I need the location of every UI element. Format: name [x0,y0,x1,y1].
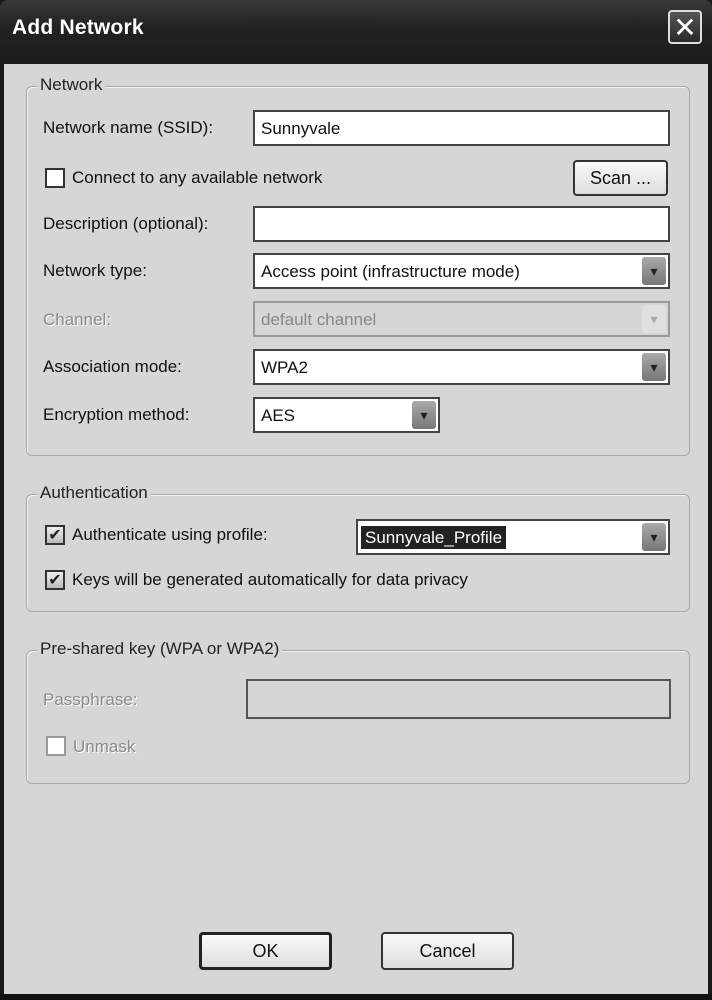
channel-value: default channel [261,310,377,329]
ssid-input[interactable]: Sunnyvale [253,110,670,146]
window-frame-bottom [0,994,712,1000]
encryption-select[interactable]: AES ▾ [253,397,440,433]
association-select[interactable]: WPA2 ▾ [253,349,670,385]
ssid-label: Network name (SSID): [43,118,214,137]
close-icon: ✕ [673,11,697,44]
chevron-down-icon[interactable]: ▾ [412,401,436,429]
association-label: Association mode: [43,357,182,376]
unmask-checkbox [46,736,66,756]
unmask-label: Unmask [73,737,136,756]
check-icon: ✔ [48,570,62,589]
cancel-button[interactable]: Cancel [381,932,514,970]
network-type-select[interactable]: Access point (infrastructure mode) ▾ [253,253,670,289]
network-type-value: Access point (infrastructure mode) [261,262,520,281]
keys-auto-label[interactable]: Keys will be generated automatically for… [72,570,468,590]
title-bar: Add Network ✕ [0,0,712,64]
network-group-legend: Network [37,75,106,95]
chevron-down-icon[interactable]: ▾ [642,353,666,381]
passphrase-label: Passphrase: [43,690,138,709]
profile-value: Sunnyvale_Profile [361,526,507,549]
ok-button[interactable]: OK [199,932,332,970]
channel-select: default channel ▾ [253,301,670,337]
auth-profile-checkbox[interactable]: ✔ [45,525,65,545]
close-button[interactable]: ✕ [668,10,702,44]
psk-group-legend: Pre-shared key (WPA or WPA2) [37,639,283,659]
chevron-down-icon: ▾ [642,305,666,333]
auth-profile-label[interactable]: Authenticate using profile: [72,525,268,545]
check-icon: ✔ [48,525,62,544]
encryption-label: Encryption method: [43,405,190,424]
encryption-value: AES [261,406,296,425]
channel-label: Channel: [43,310,112,329]
description-input[interactable] [253,206,670,242]
scan-button[interactable]: Scan ... [573,160,668,196]
ssid-value: Sunnyvale [261,119,341,138]
authentication-group-legend: Authentication [37,483,151,503]
description-label: Description (optional): [43,214,209,233]
profile-select[interactable]: Sunnyvale_Profile ▾ [356,519,670,555]
keys-auto-checkbox[interactable]: ✔ [45,570,65,590]
connect-any-label[interactable]: Connect to any available network [72,168,322,188]
passphrase-input [246,679,671,719]
chevron-down-icon[interactable]: ▾ [642,523,666,551]
dialog-body: Network Network name (SSID): Sunnyvale C… [4,64,708,994]
association-value: WPA2 [261,358,308,377]
network-type-label: Network type: [43,261,147,280]
chevron-down-icon[interactable]: ▾ [642,257,666,285]
window-title: Add Network [12,16,144,39]
connect-any-checkbox[interactable] [45,168,65,188]
